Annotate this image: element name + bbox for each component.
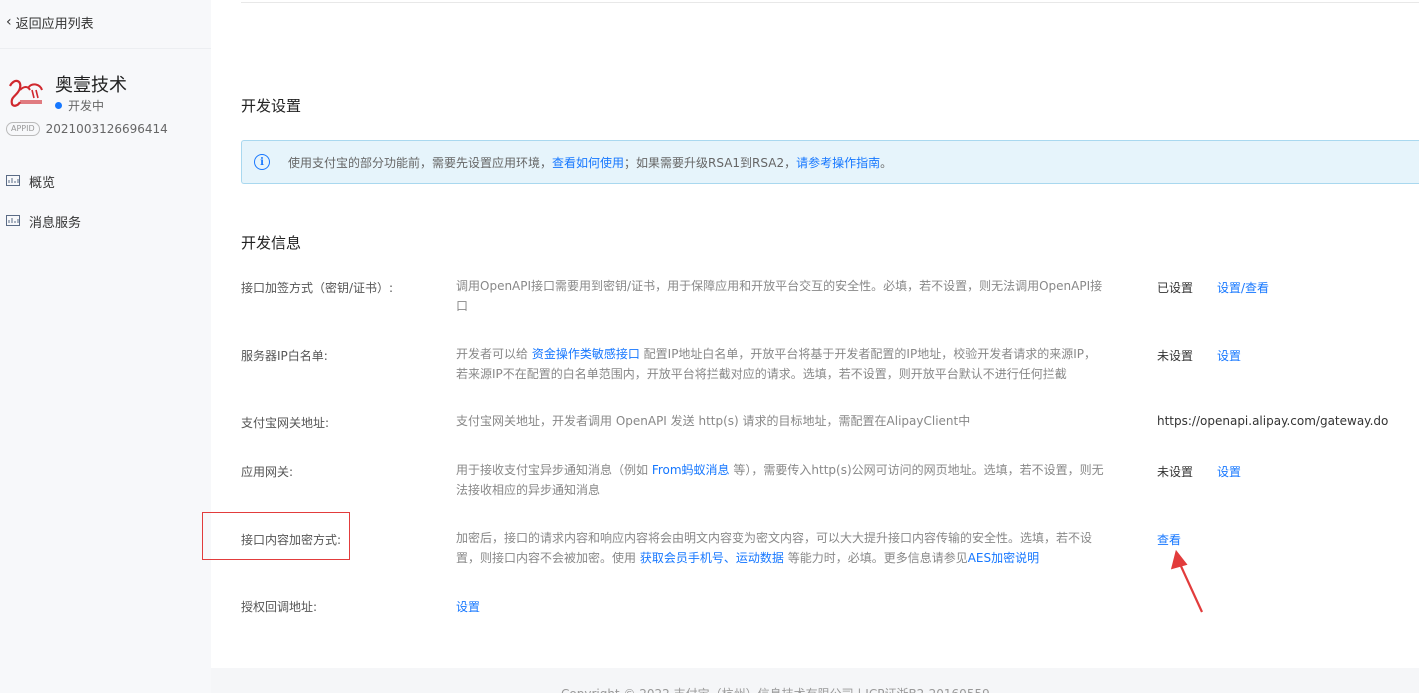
footer: Copyright © 2022 支付宝（杭州）信息技术有限公司 | ICP证浙… — [211, 668, 1419, 693]
row-label-gateway-url: 支付宝网关地址: — [241, 416, 330, 430]
row-label-auth-callback: 授权回调地址: — [241, 600, 318, 614]
sensitive-api-link[interactable]: 资金操作类敏感接口 — [532, 347, 640, 361]
desc-text: 等能力时，必填。更多信息请参见 — [783, 551, 968, 565]
row-desc-ip-whitelist: 开发者可以给 资金操作类敏感接口 配置IP地址白名单，开放平台将基于开发者配置的… — [456, 344, 1106, 384]
set-ip-whitelist-button[interactable]: 设置 — [1217, 347, 1241, 364]
aes-docs-link[interactable]: AES加密说明 — [968, 551, 1039, 565]
row-status-signing-method: 已设置 — [1157, 281, 1194, 295]
row-label-signing-method: 接口加签方式（密钥/证书）: — [241, 281, 394, 295]
row-desc-signing-method: 调用OpenAPI接口需要用到密钥/证书，用于保障应用和开放平台交互的安全性。必… — [456, 279, 1103, 313]
row-status-app-gateway: 未设置 — [1157, 465, 1194, 479]
sidebar-item-label: 概览 — [29, 175, 56, 191]
set-app-gateway-button[interactable]: 设置 — [1217, 463, 1241, 480]
view-encryption-button[interactable]: 查看 — [1157, 531, 1181, 548]
member-phone-link[interactable]: 获取会员手机号 — [640, 551, 724, 565]
appid-badge: APPID — [6, 122, 40, 136]
banner-text-2: ；如果需要升级RSA1到RSA2， — [624, 155, 797, 170]
main-content: 开发设置 i 使用支付宝的部分功能前，需要先设置应用环境， 查看如何使用 ；如果… — [202, 0, 1419, 693]
chevron-left-icon: ‹ — [6, 14, 12, 30]
how-to-use-link[interactable]: 查看如何使用 — [552, 154, 624, 171]
top-divider — [241, 2, 1419, 3]
desc-text: 用于接收支付宝异步通知消息（例如 — [456, 463, 652, 477]
set-view-signing-button[interactable]: 设置/查看 — [1217, 279, 1269, 296]
status-label: 开发中 — [68, 99, 105, 113]
arrow-annotation-icon — [1170, 550, 1203, 613]
desc-text: 开发者可以给 — [456, 347, 532, 361]
sports-data-link[interactable]: 运动数据 — [736, 551, 784, 565]
row-desc-content-encryption: 加密后，接口的请求内容和响应内容将会由明文内容变为密文内容，可以大大提升接口内容… — [456, 528, 1106, 568]
back-label: 返回应用列表 — [15, 16, 94, 32]
dev-settings-title: 开发设置 — [241, 97, 302, 115]
status-dot-icon — [55, 102, 62, 109]
sidebar-divider — [0, 48, 211, 49]
chart-icon — [6, 175, 20, 186]
info-banner: i 使用支付宝的部分功能前，需要先设置应用环境， 查看如何使用 ；如果需要升级R… — [241, 140, 1419, 184]
row-desc-app-gateway: 用于接收支付宝异步通知消息（例如 From蚂蚁消息 等），需要传入http(s)… — [456, 460, 1106, 500]
back-to-app-list-link[interactable]: ‹ 返回应用列表 — [6, 12, 94, 32]
app-logo-icon — [9, 79, 43, 107]
set-auth-callback-button[interactable]: 设置 — [456, 598, 480, 615]
banner-text-1: 使用支付宝的部分功能前，需要先设置应用环境， — [288, 155, 553, 170]
appid-row: APPID 2021003126696414 — [6, 122, 168, 136]
row-label-ip-whitelist: 服务器IP白名单: — [241, 349, 328, 363]
sidebar-item-message-service[interactable]: 消息服务 — [6, 210, 81, 232]
row-desc-gateway-url: 支付宝网关地址，开发者调用 OpenAPI 发送 http(s) 请求的目标地址… — [456, 414, 971, 428]
gateway-url-value: https://openapi.alipay.com/gateway.do — [1157, 414, 1389, 428]
row-label-app-gateway: 应用网关: — [241, 465, 294, 479]
operation-guide-link[interactable]: 请参考操作指南 — [796, 154, 880, 171]
appid-value: 2021003126696414 — [45, 122, 168, 136]
row-label-content-encryption: 接口内容加密方式: — [241, 533, 342, 547]
app-status: 开发中 — [55, 97, 104, 114]
app-name: 奥壹技术 — [55, 75, 127, 96]
footer-copyright: Copyright © 2022 支付宝（杭州）信息技术有限公司 | ICP证浙… — [561, 685, 990, 693]
info-icon: i — [254, 154, 270, 170]
chart-icon — [6, 215, 20, 226]
ant-message-link[interactable]: From蚂蚁消息 — [652, 463, 730, 477]
dev-info-title: 开发信息 — [241, 234, 302, 252]
sidebar-item-label: 消息服务 — [29, 215, 82, 231]
desc-separator: 、 — [723, 551, 736, 565]
banner-text-3: 。 — [880, 155, 893, 170]
sidebar: ‹ 返回应用列表 奥壹技术 开发中 APPID 2021003126696414… — [0, 0, 211, 693]
row-status-ip-whitelist: 未设置 — [1157, 349, 1194, 363]
sidebar-item-overview[interactable]: 概览 — [6, 170, 55, 192]
